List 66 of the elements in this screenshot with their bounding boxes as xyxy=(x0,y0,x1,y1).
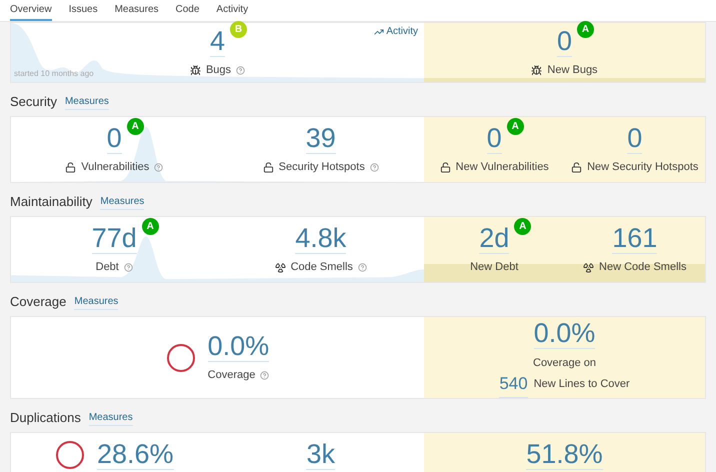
activity-link[interactable]: Activity xyxy=(374,24,418,39)
metric-value[interactable]: 39 xyxy=(306,123,336,154)
bug-icon xyxy=(190,65,201,76)
bug-icon xyxy=(531,65,542,76)
nav-tab[interactable]: Activity xyxy=(216,0,248,21)
measures-link[interactable]: Measures xyxy=(100,194,144,210)
metric-label: Code Smells xyxy=(290,260,353,276)
measures-link[interactable]: Measures xyxy=(64,94,109,110)
metric-value[interactable]: 51.8% xyxy=(526,439,603,470)
metric-label: Security Hotspots xyxy=(278,160,365,176)
open-lock-icon xyxy=(571,162,582,173)
metric-value[interactable]: 4.8k xyxy=(295,223,346,254)
radiation-icon xyxy=(274,262,286,273)
metric-value[interactable]: 4 xyxy=(210,26,225,58)
metric-value[interactable]: 28.6% xyxy=(96,439,174,470)
help-icon[interactable] xyxy=(236,66,246,75)
timeline-start-text: started 10 months ago xyxy=(14,68,94,80)
section-title: Duplications xyxy=(10,409,81,428)
metric-value[interactable]: 2d xyxy=(479,223,510,254)
metric-label: Coverage on xyxy=(533,356,596,370)
metric-value[interactable]: 0 xyxy=(627,123,642,154)
metric-label: Coverage xyxy=(208,368,256,384)
open-lock-icon xyxy=(440,162,451,173)
metric-label: New Security Hotspots xyxy=(587,160,698,176)
metric-value[interactable]: 0.0% xyxy=(534,318,596,348)
rating-badge: B xyxy=(230,21,247,38)
metric-value[interactable]: 3k xyxy=(306,439,336,470)
section-title: Coverage xyxy=(10,293,66,312)
section-title: Maintainability xyxy=(10,193,92,212)
metric-label: Debt xyxy=(96,260,119,276)
metric-label: New Lines to Cover xyxy=(534,377,630,392)
coverage-ring-icon xyxy=(166,342,196,372)
open-lock-icon xyxy=(262,162,274,173)
nav-tab[interactable]: Measures xyxy=(114,0,158,21)
open-lock-icon xyxy=(65,162,76,173)
metric-value[interactable]: 0 xyxy=(486,123,502,154)
trend-icon xyxy=(374,26,384,36)
rating-badge: A xyxy=(577,21,594,38)
rating-badge: A xyxy=(142,218,159,236)
nav-tab[interactable]: Issues xyxy=(68,0,98,21)
coverage-ring-icon xyxy=(54,440,85,470)
rating-badge: A xyxy=(514,218,532,236)
metric-value[interactable]: 0.0% xyxy=(208,331,270,362)
rating-badge: A xyxy=(126,118,144,136)
rating-badge: A xyxy=(506,118,524,136)
metric-value[interactable]: 0 xyxy=(106,123,122,154)
metric-label: New Code Smells xyxy=(599,260,686,276)
metric-label: Bugs xyxy=(206,63,232,78)
radiation-icon xyxy=(583,262,594,273)
help-icon[interactable] xyxy=(154,163,164,172)
measures-link[interactable]: Measures xyxy=(88,410,133,426)
metric-label: New Bugs xyxy=(547,63,598,78)
metric-value[interactable]: 161 xyxy=(612,223,658,254)
metric-label: New Debt xyxy=(470,260,518,276)
help-icon[interactable] xyxy=(124,263,133,272)
metric-value[interactable]: 77d xyxy=(92,223,137,254)
help-icon[interactable] xyxy=(260,371,270,380)
metric-value[interactable]: 0 xyxy=(556,26,572,58)
nav-tab[interactable]: Code xyxy=(176,0,200,21)
metric-label: New Vulnerabilities xyxy=(456,160,549,176)
lines-count-link[interactable]: 540 xyxy=(499,371,528,398)
help-icon[interactable] xyxy=(358,263,367,272)
metric-label: Vulnerabilities xyxy=(81,160,150,176)
section-title: Security xyxy=(10,93,57,112)
measures-link[interactable]: Measures xyxy=(74,294,118,310)
help-icon[interactable] xyxy=(370,163,379,172)
